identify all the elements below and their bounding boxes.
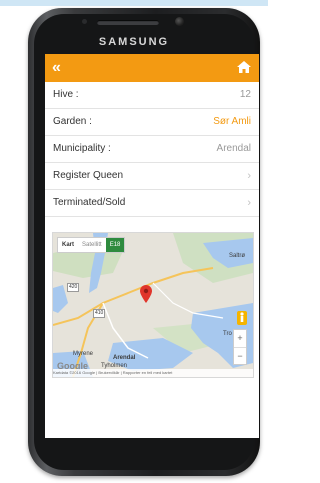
page-top-strip [0, 0, 268, 6]
app-bar: « [45, 54, 259, 82]
double-chevron-left-icon: « [52, 59, 61, 76]
chevron-right-icon: › [247, 197, 251, 209]
proximity-sensor [82, 19, 87, 24]
zoom-out-button[interactable]: − [234, 348, 246, 365]
hive-value: 12 [239, 89, 251, 100]
map-label-saltrod: Saltrø [229, 253, 246, 259]
register-queen-item[interactable]: Register Queen › [45, 163, 259, 190]
device-brand: SAMSUNG [98, 36, 170, 48]
municipality-value: Arendal [216, 143, 251, 154]
hive-label: Hive : [53, 89, 79, 100]
zoom-controls: + − [233, 329, 247, 365]
app-screen: « Hive : 12 Garden : Sør Amli Municipali… [45, 54, 259, 438]
row-hive: Hive : 12 [45, 82, 259, 109]
home-icon[interactable] [236, 59, 252, 75]
road-shield-420: 420 [67, 283, 80, 292]
map-type-satellite[interactable]: Satellitt [78, 238, 106, 252]
street-view-pegman-icon[interactable] [237, 311, 247, 325]
municipality-label: Municipality : [53, 143, 111, 154]
register-queen-label: Register Queen [53, 170, 124, 181]
map-type-toggle[interactable]: Kart Satellitt E18 [57, 237, 126, 253]
chevron-right-icon: › [247, 170, 251, 182]
map-label-arendal: Arendal [113, 355, 136, 361]
road-shield-410: 410 [93, 309, 106, 318]
terminated-sold-item[interactable]: Terminated/Sold › [45, 190, 259, 217]
front-camera [175, 17, 184, 26]
row-garden[interactable]: Garden : Sør Amli [45, 109, 259, 136]
map-label-myrene: Myrene [73, 351, 94, 357]
terminated-sold-label: Terminated/Sold [53, 197, 126, 208]
road-shield-e18: E18 [105, 238, 125, 252]
garden-label: Garden : [53, 116, 92, 127]
earpiece-speaker [97, 20, 159, 25]
zoom-in-button[interactable]: + [234, 330, 246, 348]
location-pin-icon[interactable] [140, 285, 152, 303]
location-map[interactable]: Kart Satellitt E18 Saltrø Tro Myrene Are… [52, 232, 254, 378]
back-button[interactable]: « [52, 58, 70, 78]
map-attribution[interactable]: Kartdata ©2016 Google | Brukervilkår | R… [53, 369, 253, 377]
map-type-map[interactable]: Kart [58, 238, 78, 252]
map-label-tro: Tro [223, 331, 232, 337]
garden-value[interactable]: Sør Amli [213, 109, 251, 135]
row-municipality: Municipality : Arendal [45, 136, 259, 163]
